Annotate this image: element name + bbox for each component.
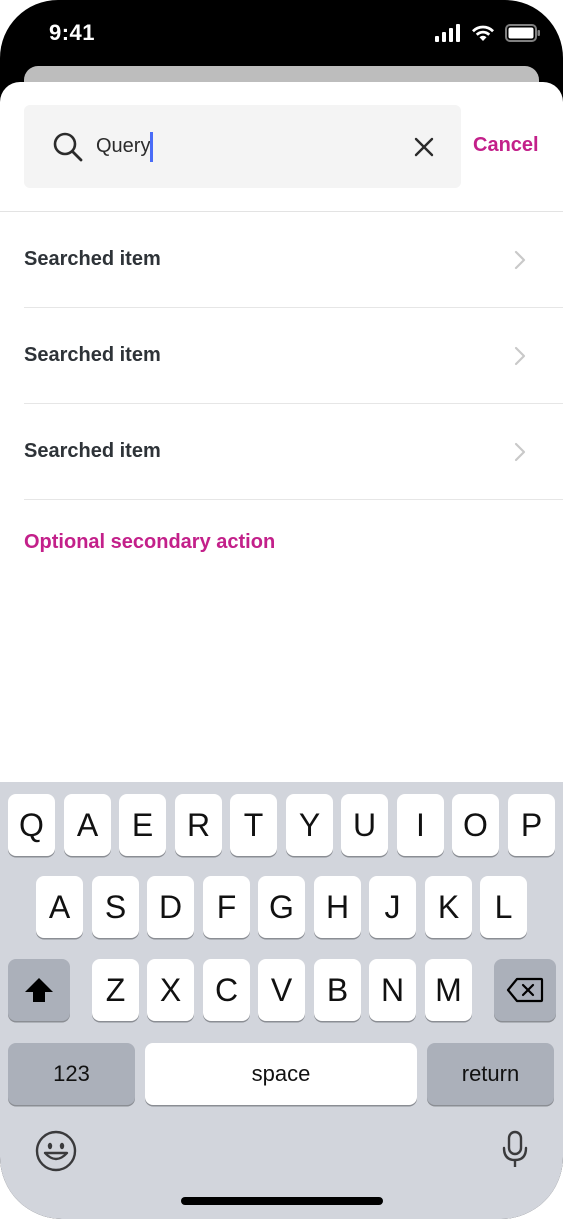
key[interactable]: A — [36, 876, 83, 938]
key[interactable]: H — [314, 876, 361, 938]
key[interactable]: S — [92, 876, 139, 938]
key[interactable]: B — [314, 959, 361, 1021]
key[interactable]: I — [397, 794, 444, 856]
key[interactable]: T — [230, 794, 277, 856]
clear-icon[interactable] — [412, 135, 436, 159]
keyboard: Q A E R T Y U I O P A S D F G H J K L Z … — [0, 782, 563, 1219]
key[interactable]: Z — [92, 959, 139, 1021]
result-item-label: Searched item — [24, 248, 161, 270]
key[interactable]: C — [203, 959, 250, 1021]
key[interactable]: O — [452, 794, 499, 856]
key[interactable]: Q — [8, 794, 55, 856]
wifi-icon — [472, 25, 494, 41]
key[interactable]: D — [147, 876, 194, 938]
status-bar: 9:41 — [0, 0, 563, 68]
return-key[interactable]: return — [427, 1043, 554, 1105]
key[interactable]: F — [203, 876, 250, 938]
search-sheet: Query Cancel Searched item Searched item — [0, 82, 563, 782]
phone-frame: 9:41 Query Cancel Searched item Searched… — [0, 0, 563, 1219]
shift-icon — [25, 978, 53, 1002]
key[interactable]: X — [147, 959, 194, 1021]
emoji-icon[interactable] — [35, 1130, 77, 1172]
result-item[interactable]: Searched item — [24, 212, 563, 308]
status-icons — [435, 24, 541, 42]
key[interactable]: A — [64, 794, 111, 856]
key[interactable]: N — [369, 959, 416, 1021]
key[interactable]: E — [119, 794, 166, 856]
chevron-right-icon — [514, 346, 526, 366]
microphone-icon[interactable] — [502, 1130, 528, 1170]
chevron-right-icon — [514, 442, 526, 462]
home-indicator[interactable] — [181, 1197, 383, 1205]
backspace-key[interactable] — [494, 959, 556, 1021]
space-key[interactable]: space — [145, 1043, 417, 1105]
text-caret — [150, 132, 153, 162]
secondary-action-link[interactable]: Optional secondary action — [24, 531, 275, 554]
backspace-icon — [506, 977, 544, 1003]
result-item-label: Searched item — [24, 440, 161, 462]
key[interactable]: V — [258, 959, 305, 1021]
key[interactable]: U — [341, 794, 388, 856]
status-time: 9:41 — [49, 20, 96, 45]
result-item[interactable]: Searched item — [24, 308, 563, 404]
search-input[interactable]: Query — [24, 105, 461, 188]
key[interactable]: G — [258, 876, 305, 938]
key[interactable]: J — [369, 876, 416, 938]
chevron-right-icon — [514, 250, 526, 270]
key[interactable]: M — [425, 959, 472, 1021]
key[interactable]: K — [425, 876, 472, 938]
key[interactable]: P — [508, 794, 555, 856]
row-divider — [24, 499, 563, 500]
shift-key[interactable] — [8, 959, 70, 1021]
cancel-button[interactable]: Cancel — [473, 134, 539, 157]
result-item-label: Searched item — [24, 344, 161, 366]
key[interactable]: L — [480, 876, 527, 938]
cellular-signal-icon — [435, 24, 460, 42]
key[interactable]: Y — [286, 794, 333, 856]
search-icon — [53, 132, 83, 162]
key[interactable]: R — [175, 794, 222, 856]
numbers-key[interactable]: 123 — [8, 1043, 135, 1105]
result-item[interactable]: Searched item — [24, 404, 563, 500]
search-query-text: Query — [96, 135, 151, 157]
battery-icon — [505, 24, 540, 42]
